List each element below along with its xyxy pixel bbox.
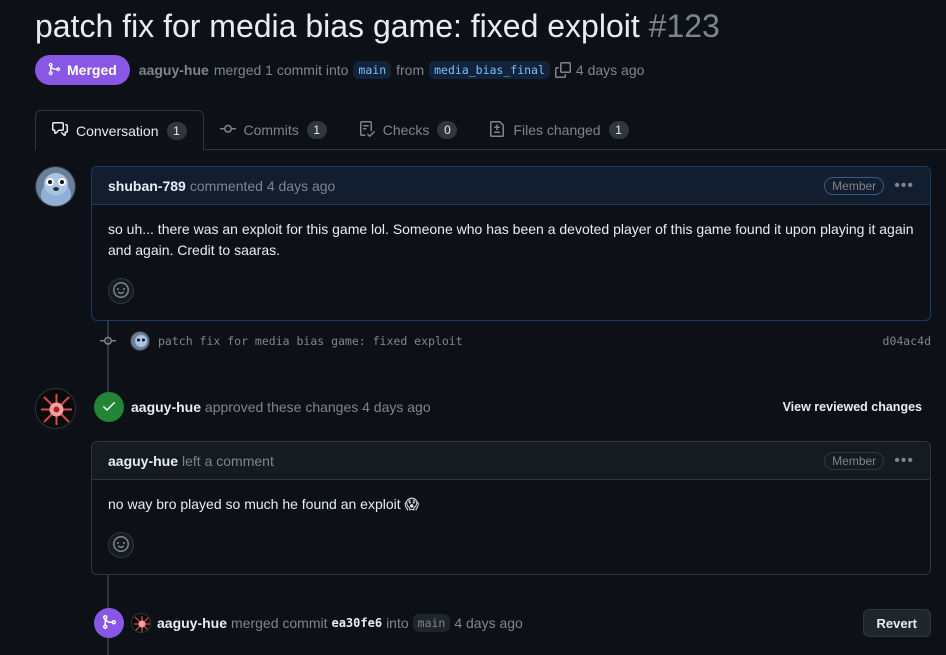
tab-conversation[interactable]: Conversation 1: [35, 110, 204, 151]
comment-header: shuban-789 commented 4 days ago Member •…: [92, 167, 930, 205]
merge-commit-sha[interactable]: ea30fe6: [331, 616, 382, 630]
tab-checks-count: 0: [437, 121, 458, 139]
revert-button[interactable]: Revert: [862, 609, 931, 637]
tab-commits-label: Commits: [243, 122, 299, 138]
comment-author[interactable]: shuban-789: [108, 178, 186, 194]
pr-title-text: patch fix for media bias game: fixed exp…: [35, 8, 640, 44]
tab-checks[interactable]: Checks 0: [343, 110, 474, 150]
avatar-aaguy[interactable]: [35, 388, 76, 429]
approved-badge: [94, 392, 124, 422]
git-merge-icon: [47, 62, 61, 79]
merge-summary: aaguy-hue merged commit ea30fe6 into mai…: [157, 614, 523, 632]
review-action: approved these changes 4 days ago: [204, 399, 431, 415]
review-summary: aaguy-hue approved these changes 4 days …: [131, 399, 431, 415]
comment-body: so uh... there was an exploit for this g…: [108, 221, 914, 258]
merge-target-branch[interactable]: main: [412, 614, 451, 632]
git-merge-icon: [101, 614, 117, 633]
tab-files-changed-count: 1: [608, 121, 629, 139]
role-badge: Member: [824, 451, 885, 470]
commit-sha[interactable]: d04ac4d: [883, 334, 931, 348]
commit-author-avatar[interactable]: [130, 331, 150, 351]
state-label: Merged: [67, 62, 117, 78]
pr-tabs: Conversation 1 Commits 1 Checks 0 Files …: [35, 110, 946, 151]
smiley-icon: [113, 535, 129, 555]
pr-author-link[interactable]: aaguy-hue: [139, 62, 209, 78]
comment-action: commented 4 days ago: [189, 177, 336, 194]
base-branch[interactable]: main: [353, 61, 392, 79]
reviewer-link[interactable]: aaguy-hue: [131, 399, 201, 415]
review-comment-box: aaguy-hue left a comment Member ••• no w…: [91, 441, 931, 575]
pr-title: patch fix for media bias game: fixed exp…: [35, 8, 720, 45]
merged-state-badge: Merged: [35, 55, 130, 85]
comment-box: shuban-789 commented 4 days ago Member •…: [91, 166, 931, 321]
commit-message[interactable]: patch fix for media bias game: fixed exp…: [158, 334, 463, 348]
commit-item: patch fix for media bias game: fixed exp…: [100, 330, 931, 352]
add-reaction-button[interactable]: [108, 278, 134, 304]
tab-commits[interactable]: Commits 1: [204, 110, 343, 150]
tab-conversation-count: 1: [166, 121, 187, 140]
review-approved-row: aaguy-hue approved these changes 4 days …: [94, 391, 931, 423]
smiley-icon: [113, 281, 129, 301]
pr-time: 4 days ago: [575, 62, 645, 78]
from-text: from: [396, 62, 425, 78]
check-icon: [101, 398, 117, 417]
merge-summary: aaguy-hue merged 1 commit into main from…: [139, 61, 645, 79]
file-diff-icon: [489, 120, 505, 140]
merge-time: 4 days ago: [454, 615, 523, 631]
tab-files-changed-label: Files changed: [513, 122, 601, 138]
pr-number: #123: [648, 8, 720, 44]
checklist-icon: [359, 120, 375, 140]
tab-conversation-label: Conversation: [76, 122, 159, 139]
git-commit-icon: [219, 121, 236, 140]
pr-meta: Merged aaguy-hue merged 1 commit into ma…: [35, 55, 644, 85]
kebab-menu-icon[interactable]: •••: [894, 177, 914, 195]
comment-header: aaguy-hue left a comment Member •••: [92, 442, 930, 480]
merged-event-badge: [94, 608, 124, 638]
view-reviewed-changes-link[interactable]: View reviewed changes: [783, 400, 922, 414]
comment-discussion-icon: [52, 121, 68, 140]
merged-text: merged 1 commit into: [213, 62, 349, 78]
merger-avatar[interactable]: [131, 613, 151, 633]
tab-commits-count: 1: [306, 121, 327, 139]
add-reaction-button[interactable]: [108, 532, 134, 558]
head-branch[interactable]: media_bias_final: [429, 61, 550, 79]
copy-icon[interactable]: [554, 62, 571, 78]
comment-action: left a comment: [182, 452, 274, 469]
tab-checks-label: Checks: [382, 122, 430, 138]
git-commit-icon: [100, 333, 116, 349]
role-badge: Member: [824, 176, 885, 195]
tab-files-changed[interactable]: Files changed 1: [473, 110, 644, 150]
comment-body: no way bro played so much he found an ex…: [108, 496, 420, 512]
merge-event-row: aaguy-hue merged commit ea30fe6 into mai…: [94, 608, 931, 638]
merge-into: into: [386, 615, 409, 631]
merge-action: merged commit: [231, 615, 328, 631]
comment-author[interactable]: aaguy-hue: [108, 453, 178, 469]
avatar-shuban[interactable]: [35, 166, 76, 207]
kebab-menu-icon[interactable]: •••: [894, 452, 914, 470]
merger-link[interactable]: aaguy-hue: [157, 615, 227, 631]
